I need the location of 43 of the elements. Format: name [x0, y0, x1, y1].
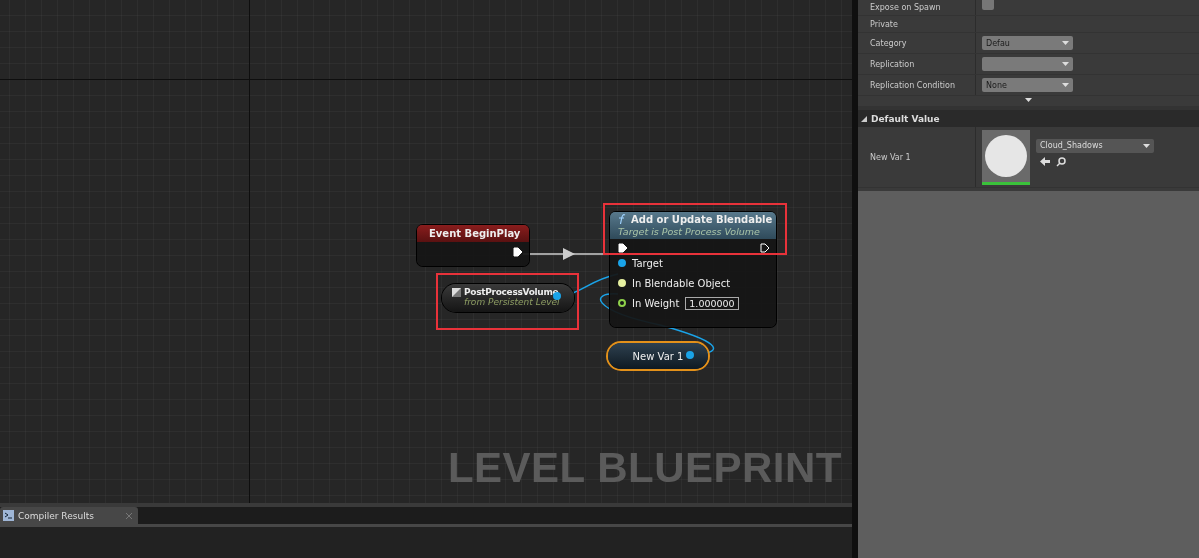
exec-pin-icon[interactable]	[513, 247, 523, 257]
dropdown[interactable]: Defau	[982, 36, 1073, 50]
event-node[interactable]: Event BeginPlay	[417, 225, 529, 266]
node-title: New Var 1	[632, 350, 684, 362]
weight-field[interactable]: 1.000000	[685, 296, 739, 310]
property-label: New Var 1	[858, 127, 976, 187]
function-node[interactable]: Add or Update Blendable Target is Post Process Volume Target In Blendable Object In Weight 1.000000	[610, 212, 776, 327]
asset-dropdown[interactable]: Cloud_Shadows	[1036, 138, 1154, 153]
texture-thumbnail[interactable]	[982, 129, 1030, 185]
caret-icon	[1062, 62, 1069, 66]
caret-icon	[1062, 83, 1069, 87]
property-label: Replication	[858, 54, 976, 74]
dropdown[interactable]: None	[982, 78, 1073, 92]
function-icon	[618, 214, 626, 225]
actor-icon	[452, 287, 461, 297]
panel-tab[interactable]: Compiler Results	[0, 507, 138, 524]
node-title: PostProcessVolume	[464, 287, 559, 297]
exec-pin-icon[interactable]	[618, 243, 628, 253]
property-label: Private	[858, 16, 976, 32]
property-label: Expose on Spawn	[858, 0, 976, 15]
console-icon	[3, 510, 14, 521]
pin-icon[interactable]	[618, 259, 626, 267]
collapse-arrow-icon[interactable]	[861, 115, 867, 122]
checkbox[interactable]	[982, 0, 994, 10]
caret-icon	[1143, 143, 1150, 148]
section-header[interactable]: Default Value	[858, 106, 1199, 127]
arrow-left-icon[interactable]	[1040, 156, 1050, 166]
node-subtitle: from Persistent Level	[463, 297, 561, 307]
node-title: Event BeginPlay	[429, 228, 521, 239]
exec-pin-icon[interactable]	[760, 243, 770, 253]
search-icon[interactable]	[1056, 156, 1066, 167]
node-title: Add or Update Blendable	[631, 214, 773, 225]
pin-label: In Blendable Object	[632, 277, 731, 289]
expand-arrow-icon	[1025, 98, 1032, 102]
reference-node[interactable]: PostProcessVolume from Persistent Level	[442, 284, 574, 312]
pin-icon[interactable]	[618, 299, 626, 307]
property-label: Replication Condition	[858, 75, 976, 95]
node-subtitle: Target is Post Process Volume	[618, 226, 760, 237]
property-label: Category	[858, 33, 976, 53]
variable-node[interactable]: New Var 1	[608, 343, 708, 369]
pin-label: In Weight	[632, 297, 680, 309]
pin-label: Target	[632, 257, 663, 269]
caret-icon	[1062, 41, 1069, 45]
